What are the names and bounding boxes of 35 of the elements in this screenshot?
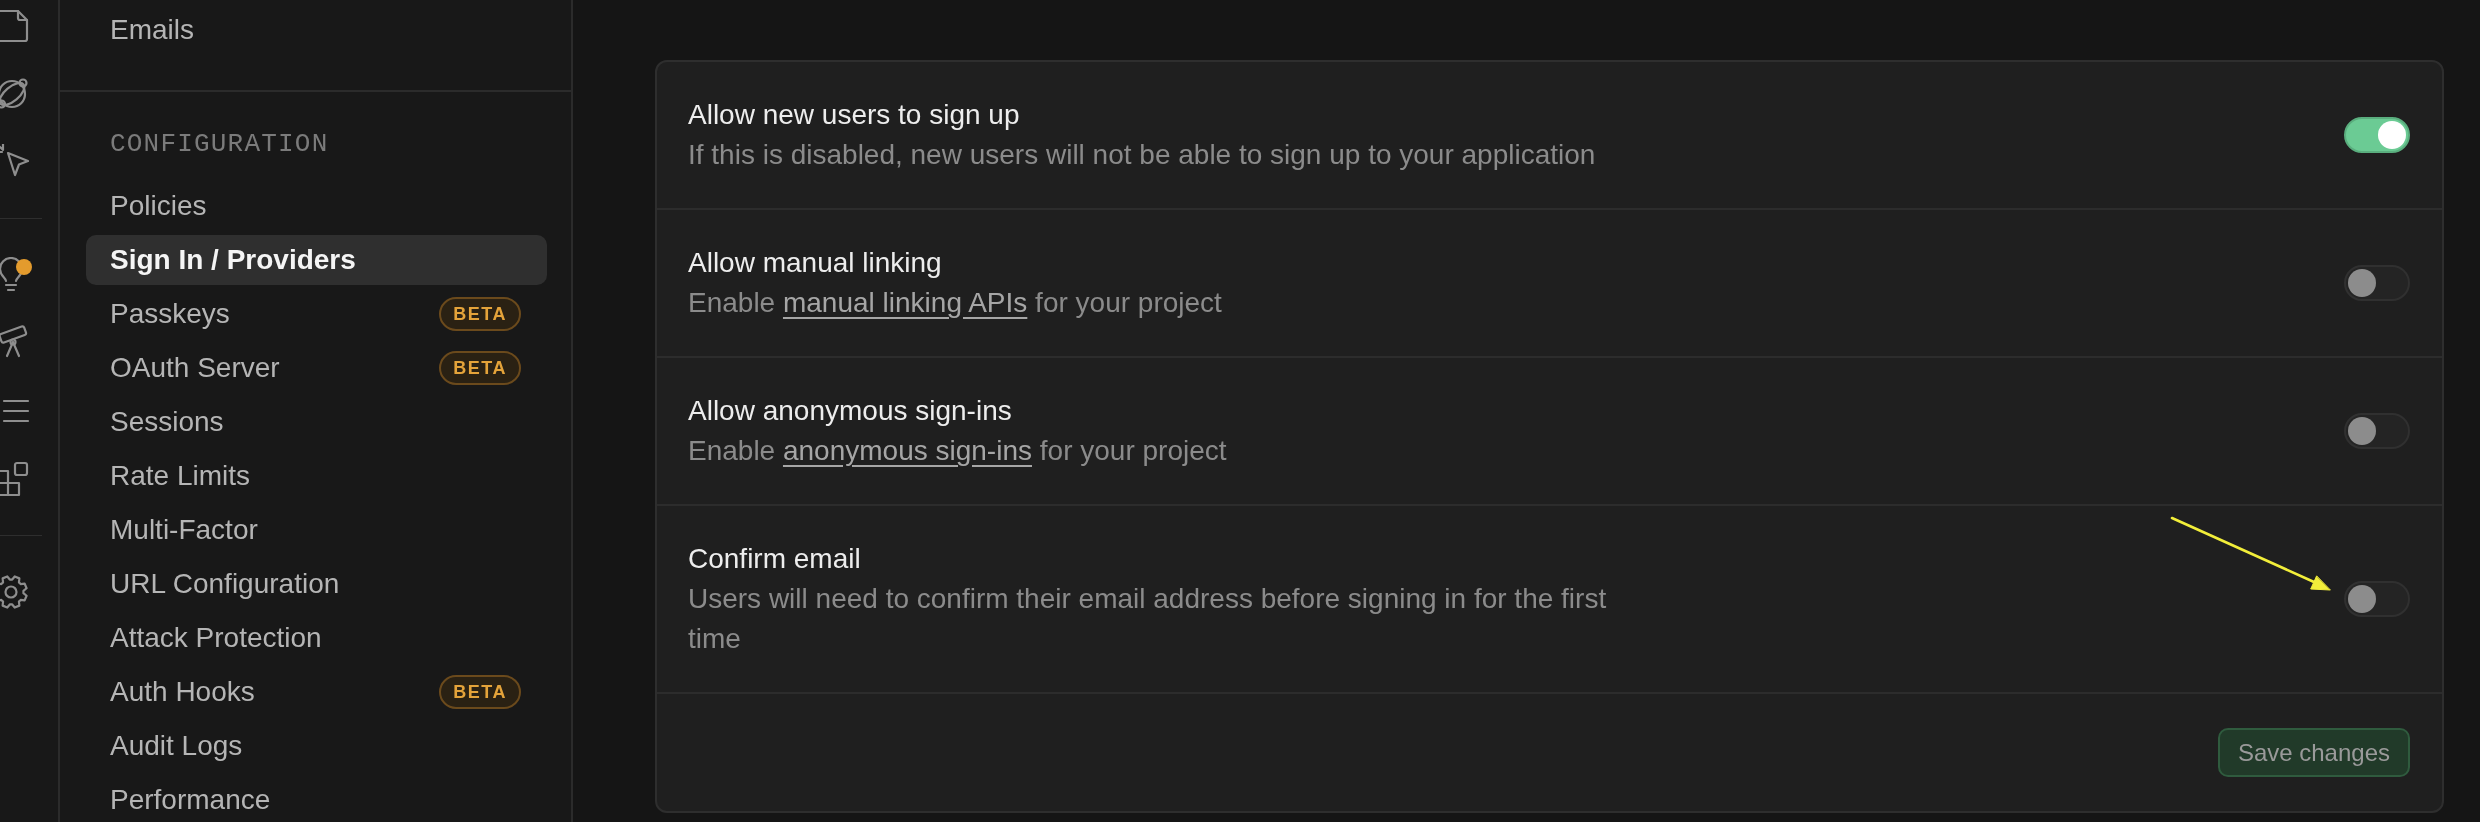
sidebar-item[interactable]: URL Configuration <box>86 559 547 609</box>
sidebar-item[interactable]: Rate Limits <box>86 451 547 501</box>
sidebar-item[interactable]: Passkeys BETA <box>86 289 547 339</box>
beta-badge: BETA <box>439 351 521 385</box>
document-icon[interactable] <box>0 8 30 44</box>
section-heading: CONFIGURATION <box>109 128 330 161</box>
sidebar-item[interactable]: Performance <box>86 775 547 822</box>
inline-link[interactable]: anonymous sign-ins <box>782 435 1032 466</box>
setting-description: Enable manual linking APIs for your project <box>688 286 1222 320</box>
setting-description: Enable anonymous sign-ins for your project <box>688 434 1227 468</box>
inline-link[interactable]: manual linking APIs <box>782 287 1028 318</box>
sidebar-item[interactable]: Audit Logs <box>86 721 547 771</box>
sidebar-item[interactable]: Attack Protection <box>86 613 547 663</box>
setting-description: Users will need to confirm their email address before signing in for the first time <box>688 582 1608 656</box>
sidebar-item[interactable]: Auth Hooks BETA <box>86 667 547 717</box>
toggle-switch[interactable] <box>2344 117 2410 153</box>
toggle-switch[interactable] <box>2344 581 2410 617</box>
sidebar-item[interactable]: Emails <box>86 5 547 55</box>
setting-description: If this is disabled, new users will not be able to sign up to your application <box>688 138 1596 172</box>
sidebar-item[interactable]: Sign In / Providers <box>86 235 547 285</box>
beta-badge: BETA <box>439 675 521 709</box>
toggle-switch[interactable] <box>2344 413 2410 449</box>
orbit-icon[interactable] <box>0 76 30 112</box>
sidebar-item[interactable]: Sessions <box>86 397 547 447</box>
setting-title: Confirm email <box>688 542 862 576</box>
sidebar-item[interactable]: Policies <box>86 181 547 231</box>
setting-title: Allow anonymous sign-ins <box>688 394 1013 428</box>
blocks-icon[interactable] <box>0 461 30 497</box>
setting-title: Allow manual linking <box>688 246 943 280</box>
setting-title: Allow new users to sign up <box>688 98 1021 132</box>
gear-icon[interactable] <box>0 574 30 610</box>
sidebar-item[interactable]: OAuth Server BETA <box>86 343 547 393</box>
beta-badge: BETA <box>439 297 521 331</box>
sidebar-item[interactable]: Multi-Factor <box>86 505 547 555</box>
toggle-switch[interactable] <box>2344 265 2410 301</box>
